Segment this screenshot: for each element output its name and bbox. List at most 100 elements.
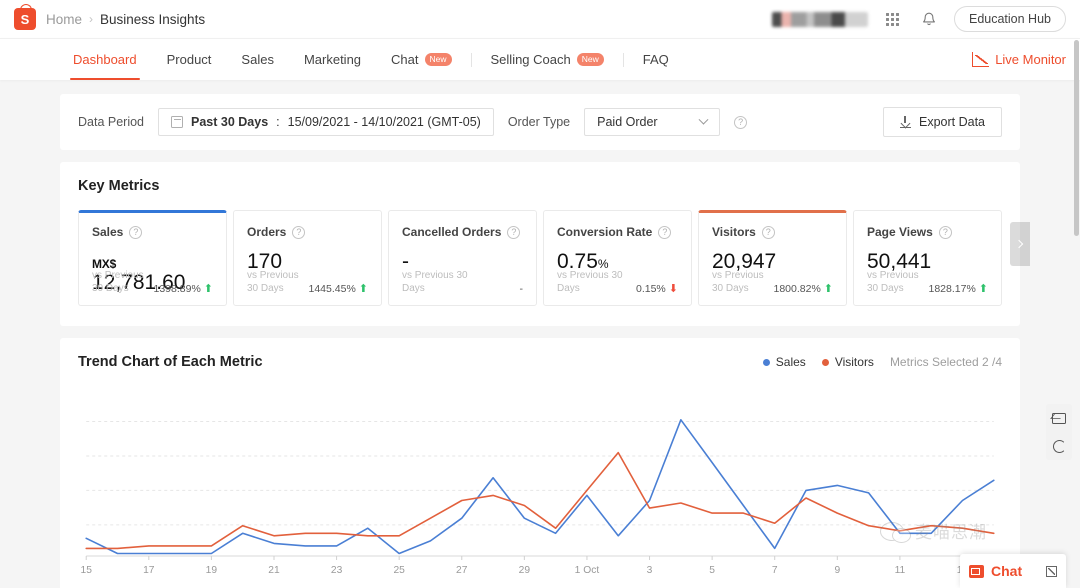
metric-card-visitors-label: Visitors bbox=[712, 225, 756, 239]
legend-sales-label: Sales bbox=[776, 355, 806, 369]
svg-text:21: 21 bbox=[268, 565, 280, 576]
metric-card-conversion-rate-help-icon[interactable]: ? bbox=[658, 226, 671, 239]
date-period-name: Past 30 Days bbox=[191, 115, 268, 129]
page-scrollbar[interactable] bbox=[1074, 40, 1079, 236]
key-metrics-panel: Key Metrics Sales ? MX$ 12,781.60 vs Pre… bbox=[60, 162, 1020, 326]
metric-card-cancelled-orders-vs-text: vs Previous 30 Days bbox=[402, 270, 474, 295]
metric-card-sales-delta: 1398.89% ⬆ bbox=[153, 283, 213, 295]
svg-text:17: 17 bbox=[143, 565, 155, 576]
top-bar-right: Education Hub bbox=[772, 6, 1066, 32]
metric-card-sales[interactable]: Sales ? MX$ 12,781.60 vs Previous 30 Day… bbox=[78, 210, 227, 306]
metric-card-visitors-vs-text: vs Previous 30 Days bbox=[712, 270, 767, 295]
metric-card-conversion-rate-vs-text: vs Previous 30 Days bbox=[557, 270, 629, 295]
metric-card-orders-value-row: 170 bbox=[247, 251, 368, 272]
svg-text:15: 15 bbox=[81, 565, 93, 576]
order-type-help-icon[interactable]: ? bbox=[734, 116, 747, 129]
mail-icon[interactable] bbox=[1049, 408, 1069, 428]
arrow-up-icon: ⬆ bbox=[979, 284, 988, 295]
metric-card-visitors-value-row: 20,947 bbox=[712, 251, 833, 272]
tab-selling-coach-label: Selling Coach bbox=[491, 52, 571, 67]
refresh-icon[interactable] bbox=[1049, 436, 1069, 456]
trend-chart-header: Trend Chart of Each Metric Sales Visitor… bbox=[78, 354, 1002, 370]
business-insights-page: S Home › Business Insights Education Hub… bbox=[0, 0, 1080, 588]
chart-legend: Sales Visitors Metrics Selected 2 /4 bbox=[763, 355, 1002, 369]
tab-product[interactable]: Product bbox=[152, 39, 227, 80]
shopee-logo-icon[interactable]: S bbox=[14, 8, 36, 30]
metric-card-visitors-delta: 1800.82% ⬆ bbox=[773, 283, 833, 295]
legend-item-sales[interactable]: Sales bbox=[763, 355, 806, 369]
breadcrumb-current: Business Insights bbox=[100, 12, 205, 27]
metric-card-visitors[interactable]: Visitors ? 20,947 vs Previous 30 Days 18… bbox=[698, 210, 847, 306]
metric-card-visitors-help-icon[interactable]: ? bbox=[762, 226, 775, 239]
live-monitor-label: Live Monitor bbox=[995, 52, 1066, 67]
export-data-label: Export Data bbox=[919, 115, 985, 129]
metric-card-cancelled-orders-label: Cancelled Orders bbox=[402, 225, 501, 239]
metric-card-cancelled-orders-help-icon[interactable]: ? bbox=[507, 226, 520, 239]
metric-cards: Sales ? MX$ 12,781.60 vs Previous 30 Day… bbox=[78, 210, 1002, 306]
chat-widget-label: Chat bbox=[991, 563, 1022, 579]
tab-divider-2 bbox=[623, 53, 624, 67]
tab-faq-label: FAQ bbox=[643, 52, 669, 67]
notification-bell-icon[interactable] bbox=[918, 8, 940, 30]
download-icon bbox=[900, 116, 911, 128]
metrics-carousel-next-button[interactable] bbox=[1010, 222, 1030, 266]
legend-visitors-dot bbox=[822, 359, 829, 366]
metric-card-page-views-foot: vs Previous 30 Days 1828.17% ⬆ bbox=[867, 270, 988, 295]
tab-dashboard-label: Dashboard bbox=[73, 52, 137, 67]
metric-card-page-views-head: Page Views ? bbox=[867, 225, 988, 239]
metric-card-orders[interactable]: Orders ? 170 vs Previous 30 Days 1445.45… bbox=[233, 210, 382, 306]
calendar-icon bbox=[171, 116, 183, 128]
metric-card-page-views[interactable]: Page Views ? 50,441 vs Previous 30 Days … bbox=[853, 210, 1002, 306]
svg-text:19: 19 bbox=[206, 565, 218, 576]
tab-selling-coach[interactable]: Selling Coach New bbox=[476, 39, 619, 80]
metric-card-cancelled-orders[interactable]: Cancelled Orders ? - vs Previous 30 Days… bbox=[388, 210, 537, 306]
metric-card-page-views-delta: 1828.17% ⬆ bbox=[928, 283, 988, 295]
trend-chart-title: Trend Chart of Each Metric bbox=[78, 354, 263, 370]
tab-sales[interactable]: Sales bbox=[226, 39, 289, 80]
export-data-button[interactable]: Export Data bbox=[883, 107, 1002, 137]
tab-divider-1 bbox=[471, 53, 472, 67]
tab-dashboard[interactable]: Dashboard bbox=[58, 39, 152, 80]
metric-card-sales-vs-text: vs Previous 30 Days bbox=[92, 270, 147, 295]
chat-widget[interactable]: Chat bbox=[960, 554, 1066, 588]
tab-chat-label: Chat bbox=[391, 52, 418, 67]
metric-card-conversion-rate-head: Conversion Rate ? bbox=[557, 225, 678, 239]
svg-text:25: 25 bbox=[393, 565, 405, 576]
metric-card-page-views-label: Page Views bbox=[867, 225, 933, 239]
metric-card-sales-label: Sales bbox=[92, 225, 123, 239]
metric-card-sales-currency: MX$ bbox=[92, 257, 116, 271]
metric-card-visitors-head: Visitors ? bbox=[712, 225, 833, 239]
tab-faq[interactable]: FAQ bbox=[628, 39, 684, 80]
metric-card-page-views-help-icon[interactable]: ? bbox=[939, 226, 952, 239]
apps-grid-icon[interactable] bbox=[882, 8, 904, 30]
tab-chat-new-badge: New bbox=[425, 53, 452, 66]
metric-card-orders-help-icon[interactable]: ? bbox=[292, 226, 305, 239]
tab-marketing[interactable]: Marketing bbox=[289, 39, 376, 80]
education-hub-button[interactable]: Education Hub bbox=[954, 6, 1066, 32]
legend-visitors-label: Visitors bbox=[835, 355, 874, 369]
live-monitor-button[interactable]: Live Monitor bbox=[972, 52, 1066, 67]
filter-bar: Data Period Past 30 Days : 15/09/2021 - … bbox=[60, 94, 1020, 150]
metric-card-sales-help-icon[interactable]: ? bbox=[129, 226, 142, 239]
chevron-down-icon bbox=[699, 114, 709, 124]
arrow-up-icon: ⬆ bbox=[824, 284, 833, 295]
tab-chat[interactable]: Chat New bbox=[376, 39, 466, 80]
date-period-picker[interactable]: Past 30 Days : 15/09/2021 - 14/10/2021 (… bbox=[158, 108, 494, 136]
breadcrumb-separator: › bbox=[89, 12, 93, 26]
account-name-redacted bbox=[772, 12, 868, 27]
trend-chart-area[interactable]: 15171921232527291 Oct35791113 bbox=[78, 384, 1002, 584]
tab-product-label: Product bbox=[167, 52, 212, 67]
metric-card-cancelled-orders-head: Cancelled Orders ? bbox=[402, 225, 523, 239]
order-type-select[interactable]: Paid Order bbox=[584, 108, 720, 136]
metric-card-orders-label: Orders bbox=[247, 225, 286, 239]
breadcrumb-home[interactable]: Home bbox=[46, 12, 82, 27]
metric-card-page-views-delta-value: 1828.17% bbox=[928, 283, 975, 295]
nav-tab-bar: Dashboard Product Sales Marketing Chat N… bbox=[0, 38, 1080, 80]
metric-card-conversion-rate[interactable]: Conversion Rate ? 0.75% vs Previous 30 D… bbox=[543, 210, 692, 306]
chat-expand-icon[interactable] bbox=[1046, 566, 1057, 577]
metric-card-sales-delta-value: 1398.89% bbox=[153, 283, 200, 295]
legend-item-visitors[interactable]: Visitors bbox=[822, 355, 874, 369]
chat-icon bbox=[969, 565, 984, 578]
top-bar: S Home › Business Insights Education Hub bbox=[0, 0, 1080, 38]
data-period-label: Data Period bbox=[78, 115, 144, 129]
